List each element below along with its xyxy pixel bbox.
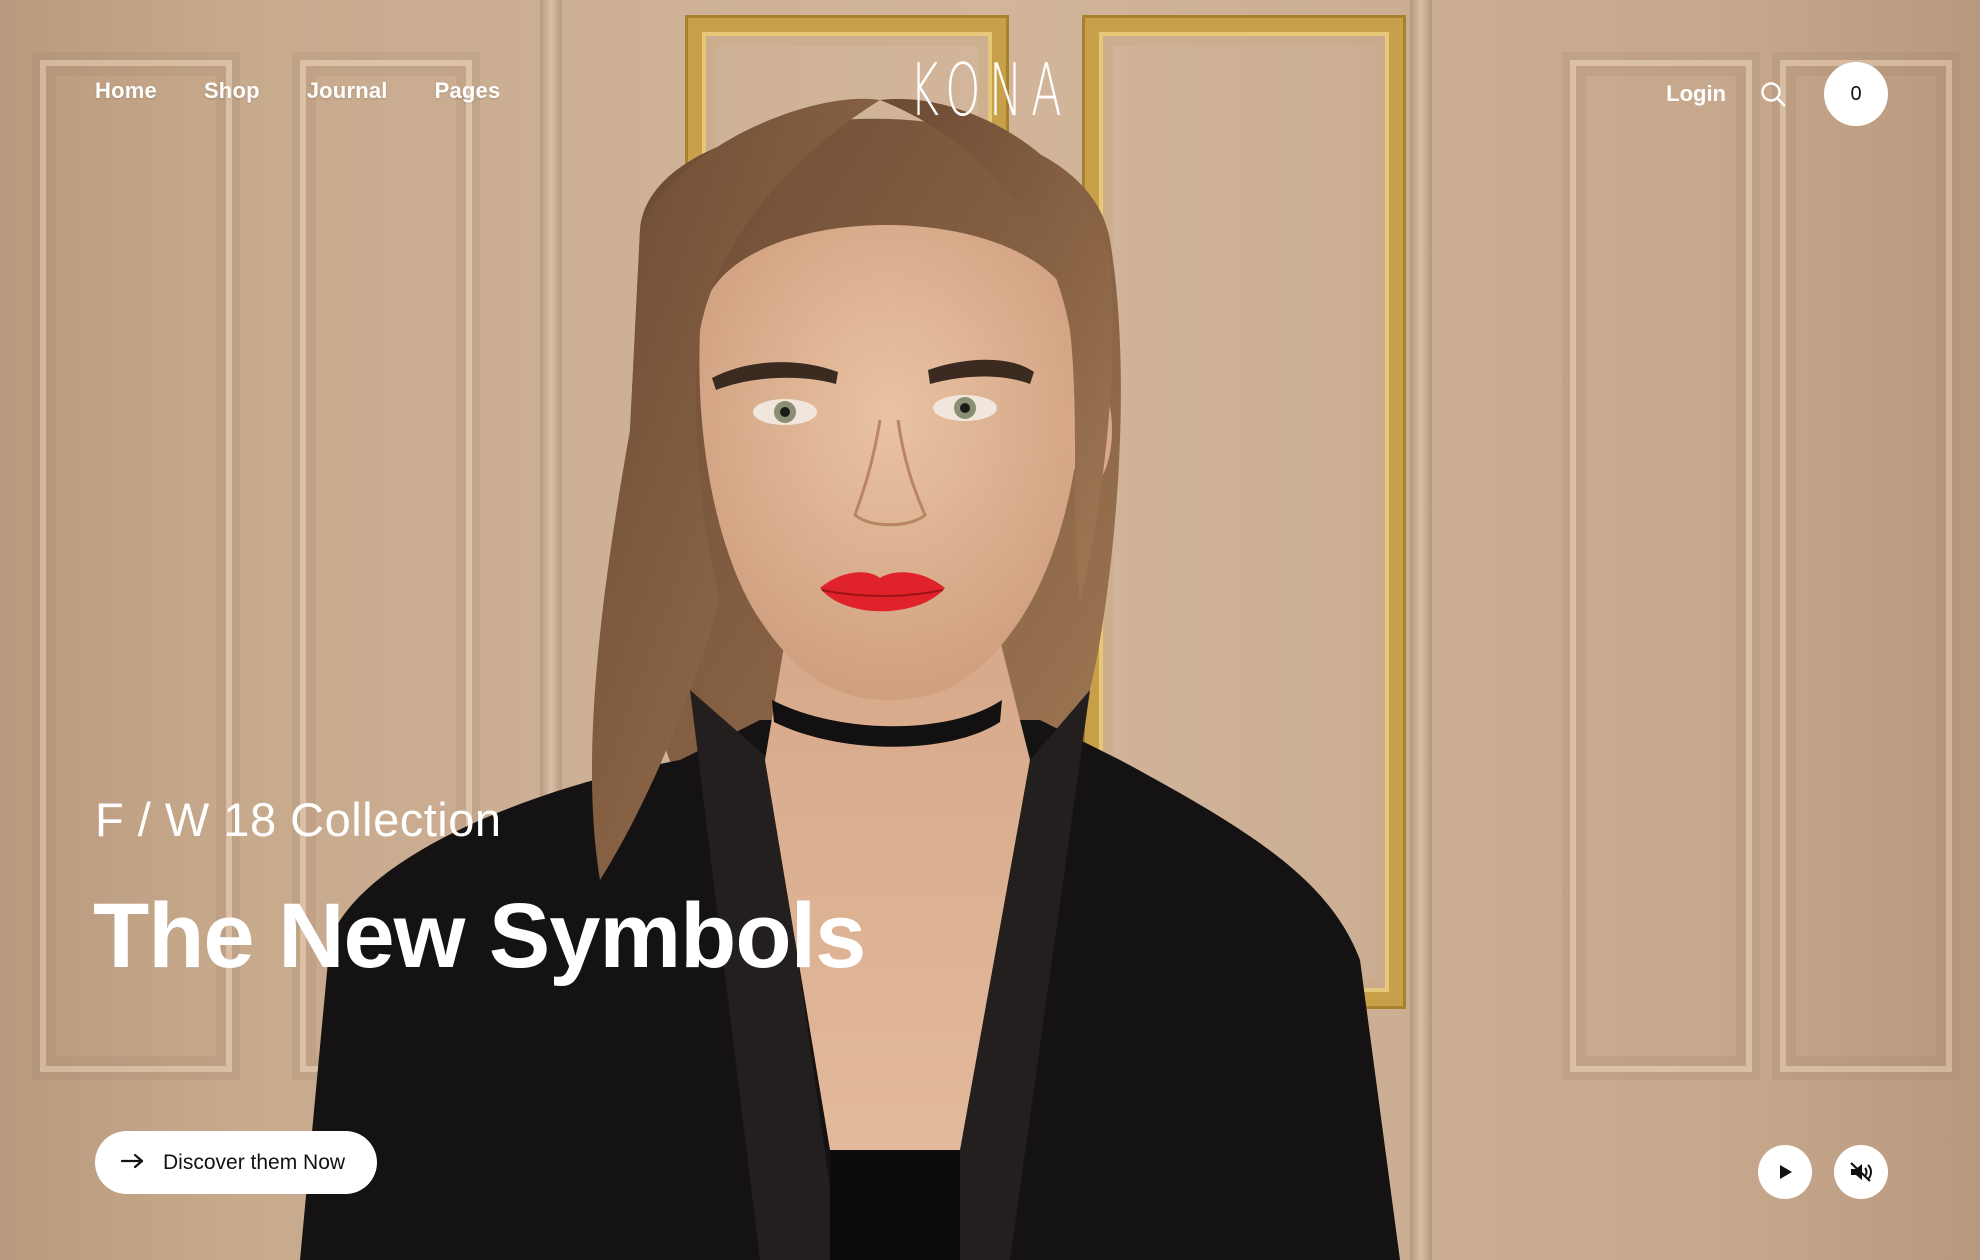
account-nav: Login 0 (1666, 62, 1888, 126)
nav-home[interactable]: Home (95, 78, 157, 104)
play-icon (1780, 1165, 1792, 1179)
login-link[interactable]: Login (1666, 81, 1726, 107)
mute-button[interactable] (1834, 1145, 1888, 1199)
hero-headline: The New Symbols (93, 885, 866, 987)
nav-shop[interactable]: Shop (204, 78, 260, 104)
discover-button[interactable]: Discover them Now (95, 1131, 378, 1194)
cart-count: 0 (1850, 82, 1862, 105)
arrow-right-icon (120, 1151, 145, 1175)
hero-section: Home Shop Journal Pages KONA Login 0 F /… (0, 0, 1980, 1260)
brand-logo[interactable]: KONA (376, 54, 1604, 126)
cart-button[interactable]: 0 (1824, 62, 1888, 126)
search-icon[interactable] (1758, 79, 1788, 109)
mute-icon (1850, 1162, 1872, 1182)
play-button[interactable] (1758, 1145, 1812, 1199)
hero-model-image (300, 98, 1400, 1260)
hero-eyebrow: F / W 18 Collection (95, 793, 502, 846)
discover-button-label: Discover them Now (163, 1150, 346, 1174)
